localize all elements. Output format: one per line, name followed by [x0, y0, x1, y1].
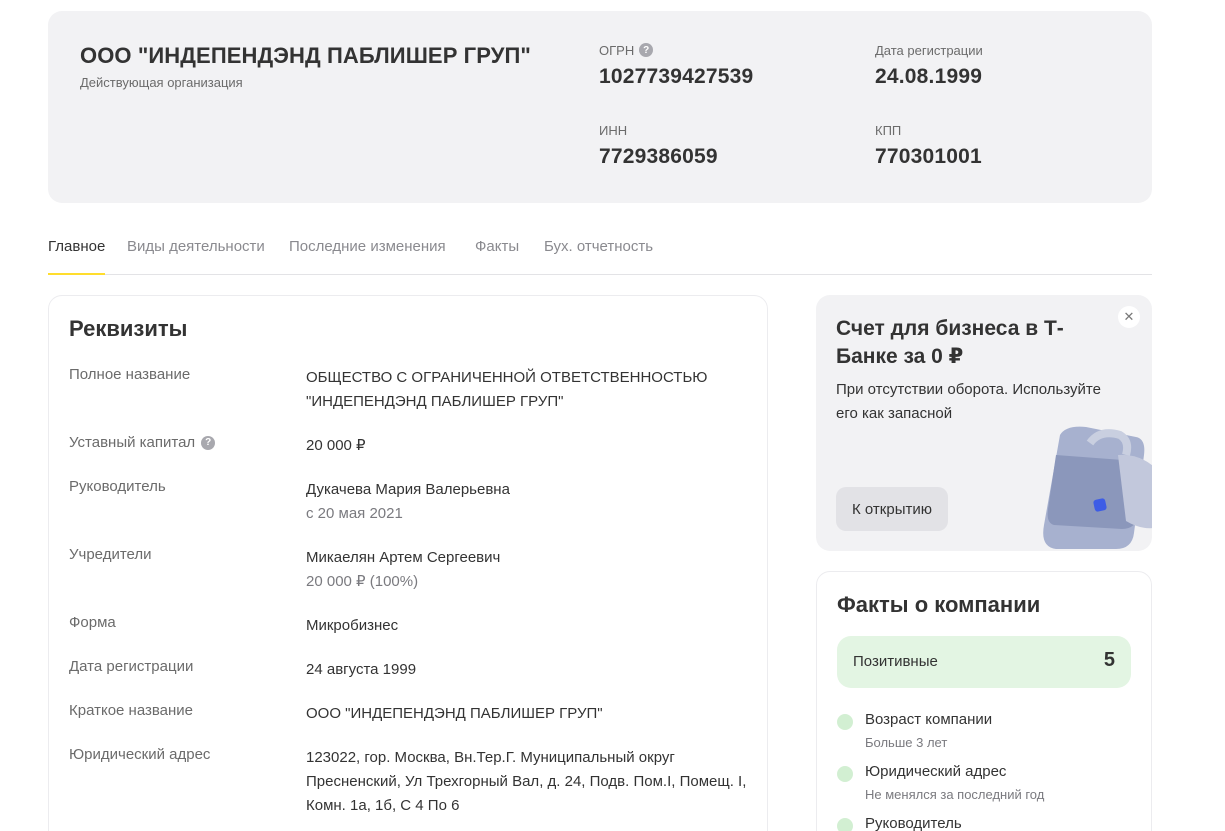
req-label: Руководитель [69, 478, 166, 495]
inn-label: ИНН [599, 122, 628, 138]
req-label: Полное название [69, 366, 191, 383]
question-icon[interactable]: ? [639, 43, 654, 57]
requisites-title: Реквизиты [69, 316, 188, 341]
kpp-label: КПП [875, 122, 902, 138]
briefcase-icon [1043, 426, 1152, 549]
req-label: Учредители [69, 546, 152, 563]
reg-date-label: Дата регистрации [875, 42, 983, 58]
req-value: 20 000 ₽ [306, 437, 366, 454]
kpp-field: КПП 770301001 [875, 122, 982, 169]
tab-facts[interactable]: Факты [475, 238, 519, 274]
req-label: Юридический адрес [69, 746, 211, 763]
req-label: Форма [69, 614, 116, 631]
kpp-value: 770301001 [875, 145, 982, 168]
inn-field: ИНН 7729386059 [599, 122, 718, 169]
positive-dot-icon [837, 818, 853, 831]
req-value: Микробизнес [306, 617, 399, 634]
fact-subtitle: Не менялся за последний год [865, 787, 1045, 802]
req-value: 24 августа 1999 [306, 661, 417, 678]
tab-main[interactable]: Главное [48, 238, 106, 275]
director-since: с 20 мая 2021 [306, 505, 403, 522]
company-name: ООО "ИНДЕПЕНДЭНД ПАБЛИШЕР ГРУП" [80, 43, 531, 68]
fact-title: Руководитель [865, 815, 962, 831]
tab-recent-changes[interactable]: Последние изменения [289, 238, 446, 274]
req-value: ООО "ИНДЕПЕНДЭНД ПАБЛИШЕР ГРУП" [306, 705, 603, 722]
facts-card: Факты о компании Позитивные 5 Возраст ко… [816, 571, 1152, 831]
positive-dot-icon [837, 766, 853, 782]
reg-date-value: 24.08.1999 [875, 65, 983, 88]
fact-subtitle: Больше 3 лет [865, 735, 948, 750]
req-label: Дата регистрации [69, 658, 194, 675]
positive-label: Позитивные [853, 653, 938, 670]
facts-title: Факты о компании [837, 592, 1041, 617]
founder-share: 20 000 ₽ (100%) [306, 573, 419, 590]
positive-dot-icon [837, 714, 853, 730]
company-status: Действующая организация [80, 75, 243, 90]
tab-activities[interactable]: Виды деятельности [127, 238, 265, 274]
req-value: ОБЩЕСТВО С ОГРАНИЧЕННОЙ ОТВЕТСТВЕННОСТЬЮ… [306, 369, 708, 410]
close-icon[interactable]: ✕ [1118, 306, 1140, 328]
tab-accounting[interactable]: Бух. отчетность [544, 238, 653, 274]
promo-title: Счет для бизнеса в Т-Банке за 0 ₽ [836, 317, 1064, 368]
open-account-button[interactable]: К открытию [836, 487, 948, 531]
ogrn-value: 1027739427539 [599, 65, 754, 88]
ogrn-label: ОГРН [599, 42, 635, 58]
inn-value: 7729386059 [599, 145, 718, 168]
req-value: 123022, гор. Москва, Вн.Тер.Г. Муниципал… [306, 749, 747, 814]
positive-facts-bar[interactable]: Позитивные 5 [837, 636, 1131, 688]
reg-date-field: Дата регистрации 24.08.1999 [875, 42, 983, 89]
question-icon[interactable]: ? [201, 435, 216, 450]
promo-card: Счет для бизнеса в Т-Банке за 0 ₽ При от… [816, 295, 1152, 551]
req-label: Краткое название [69, 702, 194, 719]
positive-count: 5 [1103, 649, 1115, 671]
fact-title: Возраст компании [865, 711, 993, 728]
req-label: Уставный капитал [69, 434, 196, 451]
requisites-card: Реквизиты Полное название ОБЩЕСТВО С ОГР… [48, 295, 768, 831]
ogrn-field: ОГРН? 1027739427539 [599, 42, 753, 89]
company-header: ООО "ИНДЕПЕНДЭНД ПАБЛИШЕР ГРУП" Действую… [48, 11, 1152, 203]
promo-text: При отсутствии оборота. Используйте его … [836, 381, 1101, 422]
fact-title: Юридический адрес [865, 763, 1007, 780]
director-name[interactable]: Дукачева Мария Валерьевна [306, 478, 756, 502]
founder-name[interactable]: Микаелян Артем Сергеевич [306, 546, 756, 570]
tab-bar: Главное Виды деятельности Последние изме… [48, 232, 1152, 275]
